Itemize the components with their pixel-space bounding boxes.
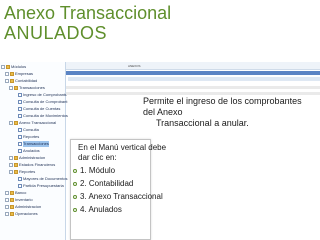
folder-icon	[14, 163, 18, 167]
document-icon	[18, 107, 22, 111]
tree-item-consulta-cuentas[interactable]: Consulta de Cuentas	[18, 106, 60, 112]
tree-item-consulta[interactable]: Consulta	[18, 127, 39, 133]
tree-item-consulta-comprobante[interactable]: Consulta de Comprobant	[18, 99, 67, 105]
folder-icon	[14, 156, 18, 160]
bullet-icon	[73, 208, 77, 212]
folder-icon	[10, 72, 14, 76]
instruction-step-2: 2. Contabilidad	[80, 179, 134, 188]
bullet-icon	[73, 195, 77, 199]
tree-item-inventario[interactable]: Inventario	[5, 197, 33, 203]
expand-icon[interactable]	[5, 205, 9, 209]
expand-icon[interactable]	[5, 212, 9, 216]
instruction-step-3: 3. Anexo Transaccional	[80, 192, 163, 201]
tree-item-ingreso-comprobante[interactable]: Ingreso de Comprobante	[18, 92, 67, 98]
tree-item-estados-financieros[interactable]: Estados Financieros	[9, 162, 55, 168]
bullet-icon	[73, 182, 77, 186]
instructions-box: En el Manú vertical debe dar clic en: 1.…	[70, 139, 166, 240]
instruction-step-4: 4. Anulados	[80, 205, 122, 214]
expand-icon[interactable]	[9, 163, 13, 167]
header-bar	[66, 71, 320, 75]
folder-icon	[10, 205, 14, 209]
instructions-intro-2: dar clic en:	[78, 153, 117, 162]
bullet-icon	[73, 169, 77, 173]
tree-item-empresas[interactable]: Empresas	[5, 71, 33, 77]
expand-icon[interactable]	[9, 86, 13, 90]
document-icon	[18, 184, 22, 188]
header-tag: ANEXOS	[128, 64, 141, 68]
callout-line-2: Transaccional a anular.	[156, 118, 249, 128]
expand-icon[interactable]	[9, 121, 13, 125]
expand-icon[interactable]	[5, 72, 9, 76]
folder-icon	[14, 86, 18, 90]
slide-subtitle: ANULADOS	[4, 23, 108, 43]
folder-icon	[14, 121, 18, 125]
content-header: ANEXOS	[66, 62, 320, 70]
document-icon	[18, 100, 22, 104]
expand-icon[interactable]	[5, 191, 9, 195]
instruction-step-1: 1. Módulo	[80, 166, 116, 175]
tree-item-mayores-documentos[interactable]: Mayores de Documentos	[18, 176, 67, 182]
folder-icon	[10, 79, 14, 83]
expand-icon[interactable]	[5, 198, 9, 202]
document-icon	[18, 142, 22, 146]
module-tree: Módulos Empresas Contabilidad Transaccio…	[0, 62, 68, 240]
document-icon	[18, 177, 22, 181]
document-icon	[18, 135, 22, 139]
folder-icon	[10, 212, 14, 216]
instructions-intro-1: En el Manú vertical debe	[78, 143, 167, 152]
folder-icon	[10, 198, 14, 202]
tree-item-contabilidad[interactable]: Contabilidad	[5, 78, 37, 84]
tree-item-administracion-root[interactable]: Administracion	[5, 204, 41, 210]
tree-item-partida-presupuestaria[interactable]: Partida Presupuestaria	[18, 183, 64, 189]
tree-item-operaciones[interactable]: Operaciones	[5, 211, 38, 217]
tree-item-modulos[interactable]: Módulos	[1, 64, 26, 70]
tree-item-transacciones-folder[interactable]: Transacciones	[9, 85, 45, 91]
tree-item-administracion[interactable]: Administracion	[9, 155, 45, 161]
folder-icon	[6, 65, 10, 69]
tree-item-reportes-folder[interactable]: Reportes	[9, 169, 35, 175]
document-icon	[18, 114, 22, 118]
tree-item-anulados[interactable]: Anulados	[18, 148, 40, 154]
description-callout: Permite el ingreso de los comprobantes d…	[143, 96, 315, 129]
content-stripe	[66, 86, 320, 89]
expand-icon[interactable]	[1, 65, 5, 69]
breadcrumb-bar	[68, 77, 320, 81]
tree-item-anexo-transaccional[interactable]: Anexo Transaccional	[9, 120, 56, 126]
tree-item-transacciones[interactable]: Transacciones	[18, 141, 49, 147]
document-icon	[18, 128, 22, 132]
tree-item-consulta-movimientos[interactable]: Consulta de Movimientos	[18, 113, 68, 119]
document-icon	[18, 93, 22, 97]
tree-item-reportes[interactable]: Reportes	[18, 134, 39, 140]
folder-icon	[14, 170, 18, 174]
expand-icon[interactable]	[9, 156, 13, 160]
expand-icon[interactable]	[5, 79, 9, 83]
expand-icon[interactable]	[9, 170, 13, 174]
content-stripe	[66, 92, 320, 95]
slide-title: Anexo Transaccional	[4, 3, 172, 23]
document-icon	[18, 149, 22, 153]
callout-line-1: Permite el ingreso de los comprobantes d…	[143, 96, 302, 117]
folder-icon	[10, 191, 14, 195]
tree-item-banco[interactable]: Banco	[5, 190, 26, 196]
